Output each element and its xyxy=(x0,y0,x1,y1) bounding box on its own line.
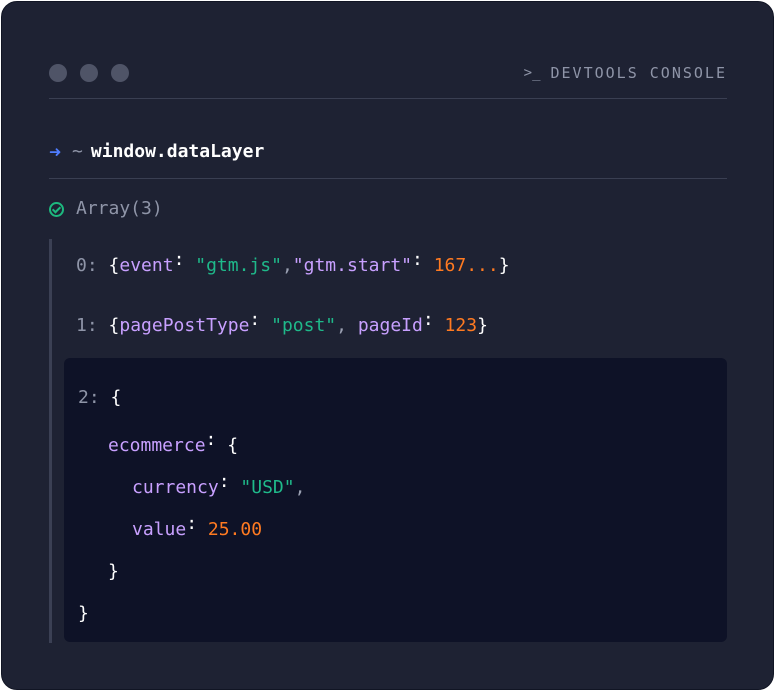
entry-key: pageId xyxy=(357,315,423,336)
entry-index: 2: xyxy=(78,387,100,408)
expanded-entry[interactable]: 2: { ecommerce: { currency: "USD", value… xyxy=(64,358,727,642)
open-brace: { xyxy=(227,435,239,456)
console-title-label: DEVTOOLS CONSOLE xyxy=(550,64,727,82)
open-brace: { xyxy=(108,255,120,276)
array-entry[interactable]: 0: {event: "gtm.js","gtm.start": 167...} xyxy=(76,249,510,278)
close-brace: } xyxy=(108,561,119,582)
entry-string-value: "gtm.js" xyxy=(195,255,282,276)
array-entry[interactable]: 1: {pagePostType: "post", pageId: 123} xyxy=(76,309,488,338)
open-brace: { xyxy=(110,387,122,408)
entry-number-value: 123 xyxy=(444,315,478,336)
ecommerce-close: } xyxy=(108,560,119,584)
entry-key: event xyxy=(119,255,174,276)
command-text: window.dataLayer xyxy=(90,141,265,162)
maximize-dot-icon[interactable] xyxy=(111,64,129,82)
expanded-entry-header: 2: { xyxy=(78,386,121,410)
comma: , xyxy=(336,315,347,336)
currency-line: currency: "USD", xyxy=(132,471,306,500)
result-label: Array(3) xyxy=(76,198,163,219)
tilde: ~ xyxy=(72,141,83,162)
colon: : xyxy=(249,309,261,330)
colon: : xyxy=(412,249,423,270)
close-brace: } xyxy=(477,315,488,336)
colon: : xyxy=(205,429,217,450)
right-arrow-icon: ➜ xyxy=(49,140,62,164)
close-dot-icon[interactable] xyxy=(49,64,67,82)
comma: , xyxy=(294,477,306,498)
title-bar: >_ DEVTOOLS CONSOLE xyxy=(49,62,727,99)
entry-key: currency xyxy=(132,477,219,498)
entry-key: value xyxy=(132,519,187,540)
entry-index: 0: xyxy=(76,255,98,276)
open-brace: { xyxy=(108,315,120,336)
entry-index: 1: xyxy=(76,315,98,336)
colon: : xyxy=(173,249,185,270)
entry-key: pagePostType xyxy=(119,315,250,336)
entry-string-value: "USD" xyxy=(240,477,295,498)
command-row: ➜ ~ window.dataLayer xyxy=(49,140,727,179)
minimize-dot-icon[interactable] xyxy=(80,64,98,82)
colon: : xyxy=(186,513,198,534)
console-title: >_ DEVTOOLS CONSOLE xyxy=(524,62,727,84)
close-brace: } xyxy=(78,603,89,624)
entry-close: } xyxy=(78,602,89,626)
close-brace: } xyxy=(498,255,510,276)
ecommerce-line: ecommerce: { xyxy=(108,429,239,458)
entry-key: "gtm.start" xyxy=(292,255,413,276)
window-controls xyxy=(49,64,129,82)
terminal-prompt-icon: >_ xyxy=(523,65,541,81)
check-circle-icon xyxy=(49,201,64,217)
entry-key: ecommerce xyxy=(108,435,206,456)
colon: : xyxy=(422,309,434,330)
entry-number-value: 167... xyxy=(433,255,499,276)
result-summary[interactable]: Array(3) xyxy=(49,197,163,221)
comma: , xyxy=(281,255,293,276)
entry-string-value: "post" xyxy=(271,315,337,336)
value-line: value: 25.00 xyxy=(132,513,263,542)
entry-number-value: 25.00 xyxy=(207,519,263,540)
colon: : xyxy=(218,471,230,492)
tree-line xyxy=(49,239,52,643)
